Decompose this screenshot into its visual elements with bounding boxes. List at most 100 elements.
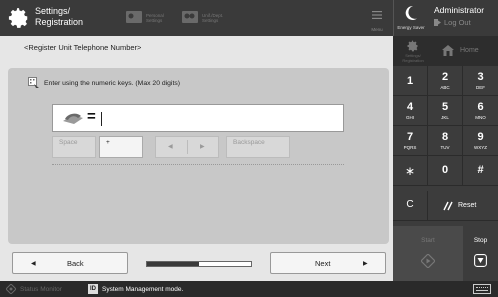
text-caret	[101, 112, 102, 126]
key-2-letters: ABC	[440, 85, 450, 90]
key-3-letters: DEF	[476, 85, 485, 90]
space-button[interactable]: Space	[52, 136, 96, 158]
key-9[interactable]: 9 WXYZ	[463, 126, 498, 156]
keypad-hint-icon	[28, 77, 39, 88]
key-6-digit: 6	[477, 101, 484, 113]
back-button[interactable]: ◀ Back	[12, 252, 128, 274]
personal-settings-button[interactable]: Personal Settings	[126, 6, 186, 30]
menu-label: Menu	[371, 27, 383, 32]
key-hash[interactable]: #	[463, 156, 498, 186]
key-4[interactable]: 4 GHI	[393, 96, 428, 126]
key-7-digit: 7	[406, 131, 414, 143]
home-icon	[442, 45, 454, 56]
space-label: Space	[59, 139, 78, 146]
home-label: Home	[460, 47, 479, 54]
status-message: System Management mode.	[102, 286, 184, 293]
gear-icon	[8, 8, 28, 28]
step-progress-bar	[146, 261, 252, 267]
key-2-digit: 2	[441, 71, 449, 83]
backspace-button[interactable]: Backspace	[226, 136, 290, 158]
fax-phone-icon	[63, 113, 83, 124]
side-settings-button[interactable]: Settings/ Registration	[393, 36, 433, 66]
key-0[interactable]: 0	[428, 156, 463, 186]
key-1[interactable]: 1	[393, 66, 428, 96]
cursor-move-buttons: ◀ ▶	[155, 136, 219, 158]
gear-small-icon	[407, 40, 418, 52]
status-monitor-button[interactable]: Status Monitor	[20, 286, 62, 293]
key-8[interactable]: 8 TUV	[428, 126, 463, 156]
reset-label: Reset	[458, 202, 477, 209]
cursor-right-button[interactable]: ▶	[200, 143, 205, 150]
key-6[interactable]: 6 MNO	[463, 96, 498, 126]
menu-button[interactable]: Menu	[364, 0, 390, 36]
start-diamond-icon	[421, 254, 435, 268]
next-arrow-icon: ▶	[363, 261, 368, 267]
key-5-letters: JKL	[441, 115, 449, 120]
person-card-icon	[126, 11, 142, 23]
key-5[interactable]: 5 JKL	[428, 96, 463, 126]
start-label: Start	[421, 237, 435, 244]
key-3-digit: 3	[477, 71, 484, 83]
stop-icon	[474, 254, 487, 267]
page-title: <Register Unit Telephone Number>	[24, 43, 142, 52]
key-hash-label: #	[477, 164, 484, 176]
energy-saver-button[interactable]: Energy Saver	[393, 0, 427, 36]
header-title-line1: Settings/	[35, 6, 71, 16]
personal-settings-line2: Settings	[146, 18, 163, 23]
key-star-label: ∗	[404, 164, 416, 178]
key-1-digit: 1	[406, 75, 414, 87]
back-label: Back	[67, 259, 84, 268]
reset-slash-icon	[443, 201, 453, 211]
entry-prefix: =	[87, 108, 96, 125]
logout-icon	[434, 19, 441, 26]
stop-label: Stop	[473, 237, 488, 244]
status-bar: Status Monitor ID System Management mode…	[0, 281, 498, 297]
key-8-digit: 8	[441, 131, 449, 143]
key-8-letters: TUV	[440, 145, 450, 150]
side-settings-line2: Registration	[402, 58, 424, 63]
plus-label: +	[106, 139, 110, 146]
phone-number-field[interactable]: =	[52, 104, 344, 132]
header-title: Settings/ Registration	[35, 6, 105, 28]
logout-label: Log Out	[444, 18, 471, 27]
user-name: Administrator	[434, 5, 485, 15]
instruction-text: Enter using the numeric keys. (Max 20 di…	[44, 80, 180, 87]
energy-saver-label: Energy Saver	[397, 25, 425, 30]
key-2[interactable]: 2 ABC	[428, 66, 463, 96]
reset-key[interactable]: Reset	[428, 191, 498, 221]
key-4-letters: GHI	[405, 115, 414, 120]
moon-icon	[405, 6, 417, 20]
key-4-digit: 4	[406, 101, 414, 113]
group-card-icon	[182, 11, 198, 23]
backspace-label: Backspace	[233, 139, 265, 146]
clear-key-label: C	[406, 199, 414, 210]
keyboard-icon[interactable]	[473, 284, 491, 294]
cursor-left-button[interactable]: ◀	[168, 143, 173, 150]
clear-key[interactable]: C	[393, 191, 428, 221]
next-button[interactable]: Next ▶	[270, 252, 386, 274]
id-badge: ID	[88, 284, 98, 294]
key-9-digit: 9	[477, 131, 484, 143]
back-arrow-icon: ◀	[31, 261, 36, 267]
key-5-digit: 5	[441, 101, 449, 113]
cursor-divider	[187, 140, 188, 154]
key-0-label: 0	[441, 164, 449, 176]
key-7-letters: PQRS	[403, 145, 417, 150]
status-monitor-icon	[6, 284, 16, 294]
hamburger-icon	[372, 11, 382, 19]
key-7[interactable]: 7 PQRS	[393, 126, 428, 156]
next-label: Next	[315, 259, 331, 268]
unified-settings-line2: Settings	[202, 18, 219, 23]
header-title-line2: Registration	[35, 17, 84, 27]
home-button[interactable]: Home	[436, 36, 496, 66]
unified-settings-button[interactable]: Unif./Dept. Settings	[182, 6, 242, 30]
start-key[interactable]: Start	[393, 226, 463, 281]
plus-button[interactable]: +	[99, 136, 143, 158]
divider	[52, 164, 344, 165]
key-star[interactable]: ∗	[393, 156, 428, 186]
step-progress-fill	[147, 262, 199, 266]
key-9-letters: WXYZ	[474, 145, 487, 150]
key-3[interactable]: 3 DEF	[463, 66, 498, 96]
header-bar: Settings/ Registration Personal Settings…	[0, 0, 498, 36]
stop-key[interactable]: Stop	[463, 226, 498, 281]
